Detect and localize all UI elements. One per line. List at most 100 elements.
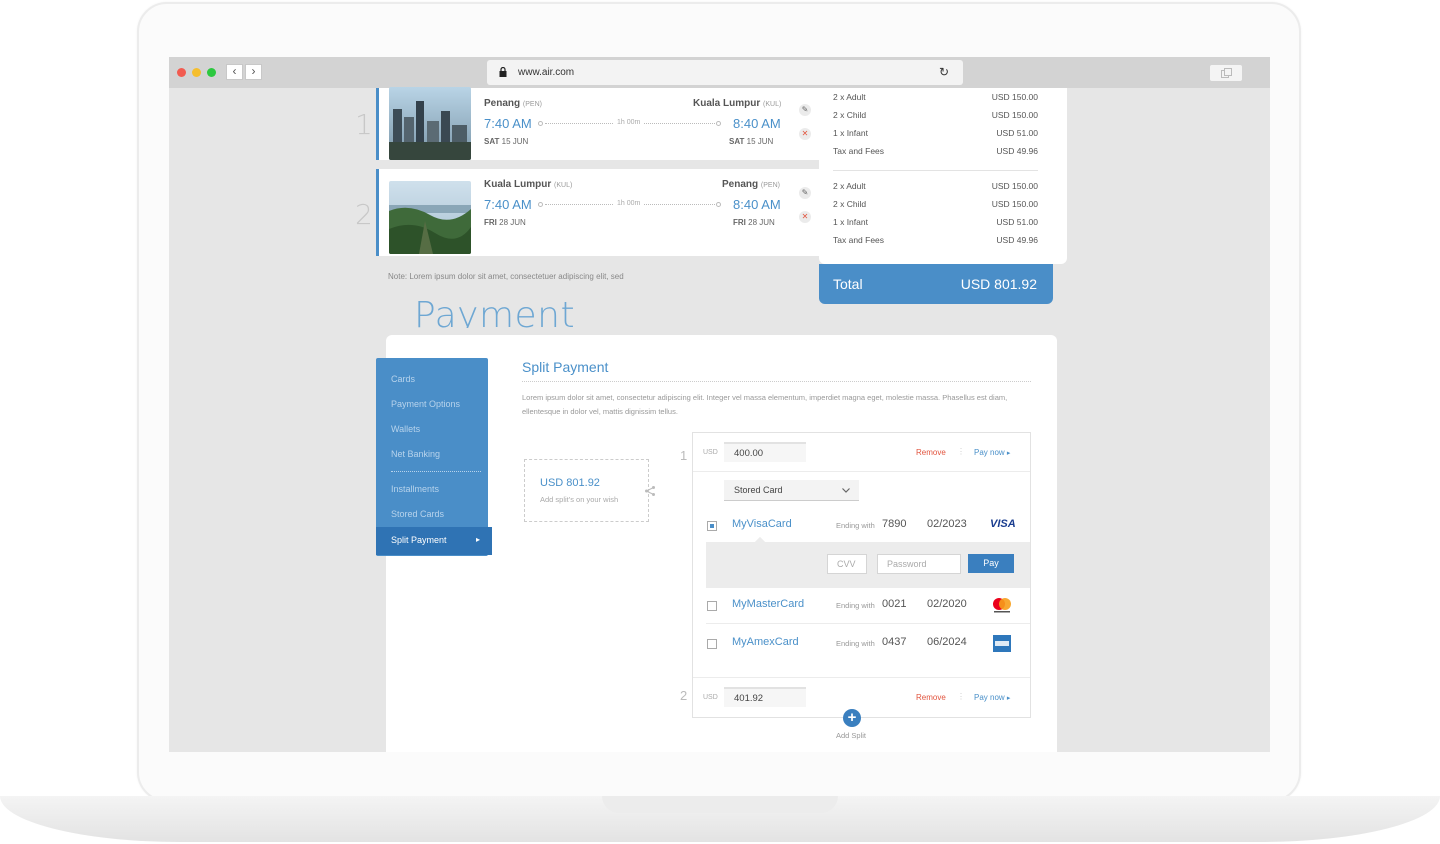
page-content: 1 Penang (PEN) Kuala Lumpur (KUL) 7:40 A… xyxy=(169,87,1270,752)
menu-item-payment-options[interactable]: Payment Options xyxy=(391,399,460,409)
flight-duration: 1h 00m xyxy=(614,119,644,126)
caret-right-icon: ▸ xyxy=(1006,695,1011,702)
departure-day: FRI xyxy=(484,218,497,227)
departure-time: 7:40 AM xyxy=(484,197,532,212)
destination-city: Kuala Lumpur (KUL) xyxy=(693,98,781,109)
route-start-dot xyxy=(538,121,543,126)
split-amount-input[interactable]: 400.00 xyxy=(724,442,806,462)
amex-icon xyxy=(993,635,1011,652)
fare-label: 2 x Child xyxy=(833,110,867,120)
cvv-input[interactable]: CVV xyxy=(827,554,867,574)
fare-row: 2 x Adult USD 150.00 xyxy=(833,92,1038,102)
ending-label: Ending with xyxy=(836,601,875,610)
pencil-icon: ✎ xyxy=(801,105,809,114)
menu-item-wallets[interactable]: Wallets xyxy=(391,424,420,434)
select-value: Stored Card xyxy=(734,485,783,495)
destination-city-name: Kuala Lumpur xyxy=(693,98,761,109)
arrival-date: SAT 15 JUN xyxy=(729,137,773,146)
close-icon: ✕ xyxy=(801,212,809,221)
origin-city-name: Kuala Lumpur xyxy=(484,179,552,190)
stored-card-row[interactable]: MyMasterCard Ending with 0021 02/2020 xyxy=(693,588,1030,624)
flight-duration: 1h 00m xyxy=(614,200,644,207)
remove-split-button[interactable]: Remove xyxy=(916,693,946,702)
divider xyxy=(706,623,1030,624)
card-expiry: 02/2023 xyxy=(927,518,967,530)
card-radio[interactable] xyxy=(707,601,717,611)
fare-value: USD 51.00 xyxy=(996,217,1038,227)
arrival-day: SAT xyxy=(729,137,745,146)
arrival-time: 8:40 AM xyxy=(733,197,781,212)
fare-label: Tax and Fees xyxy=(833,235,885,245)
menu-divider xyxy=(391,471,481,472)
close-window-button[interactable] xyxy=(177,68,186,77)
minimize-window-button[interactable] xyxy=(192,68,201,77)
divider xyxy=(693,677,1030,678)
close-icon: ✕ xyxy=(801,129,809,138)
back-button[interactable]: ‹ xyxy=(226,64,243,80)
card-name: MyMasterCard xyxy=(732,598,805,610)
arrival-time: 8:40 AM xyxy=(733,116,781,131)
stored-card-row[interactable]: MyAmexCard Ending with 0437 06/2024 xyxy=(693,625,1030,661)
edit-flight-button[interactable]: ✎ xyxy=(799,104,811,116)
url-text: www.air.com xyxy=(518,67,575,78)
add-split-button[interactable]: + xyxy=(843,709,861,727)
pay-now-button[interactable]: Pay now ▸ xyxy=(974,448,1010,457)
departure-time: 7:40 AM xyxy=(484,116,532,131)
menu-item-installments[interactable]: Installments xyxy=(391,484,439,494)
route-end-dot xyxy=(716,202,721,207)
title-divider xyxy=(522,381,1031,382)
departure-day: SAT xyxy=(484,137,500,146)
reload-icon[interactable]: ↻ xyxy=(939,65,949,79)
card-expiry: 06/2024 xyxy=(927,636,967,648)
total-box: Total USD 801.92 xyxy=(819,264,1053,304)
arrival-date-value: 28 JUN xyxy=(748,218,775,227)
pay-now-button[interactable]: Pay now ▸ xyxy=(974,693,1010,702)
split-total-amount: USD 801.92 xyxy=(540,477,600,489)
add-split-label: Add Split xyxy=(836,731,867,740)
menu-item-split-payment[interactable]: Split Payment ▸ xyxy=(376,527,492,555)
card-radio-checked[interactable] xyxy=(707,521,717,531)
share-icon[interactable] xyxy=(644,485,656,497)
route-start-dot xyxy=(538,202,543,207)
flight-card[interactable]: Kuala Lumpur (KUL) Penang (PEN) 7:40 AM … xyxy=(376,169,822,256)
edit-flight-button[interactable]: ✎ xyxy=(799,187,811,199)
remove-split-button[interactable]: Remove xyxy=(916,448,946,457)
fare-label: 2 x Adult xyxy=(833,92,866,102)
stored-card-row[interactable]: MyVisaCard Ending with 7890 02/2023 VISA xyxy=(693,508,1030,544)
maximize-window-button[interactable] xyxy=(207,68,216,77)
fare-summary: 2 x Adult USD 150.00 2 x Child USD 150.00 … xyxy=(819,88,1067,264)
split-list: USD 400.00 Remove ⋮ Pay now ▸ Stored Car… xyxy=(692,432,1031,718)
destination-city: Penang (PEN) xyxy=(722,179,780,190)
menu-item-cards[interactable]: Cards xyxy=(391,374,415,384)
fare-label: 2 x Adult xyxy=(833,181,866,191)
fare-row: 2 x Adult USD 150.00 xyxy=(833,181,1038,191)
address-bar[interactable]: www.air.com ↻ xyxy=(487,60,963,85)
action-divider: ⋮ xyxy=(957,447,965,456)
total-split-box: USD 801.92 Add split's on your wish xyxy=(524,459,655,522)
remove-flight-button[interactable]: ✕ xyxy=(799,211,811,223)
menu-item-net-banking[interactable]: Net Banking xyxy=(391,449,440,459)
menu-item-stored-cards[interactable]: Stored Cards xyxy=(391,509,444,519)
currency-label: USD xyxy=(703,449,718,456)
pay-button[interactable]: Pay xyxy=(968,554,1014,573)
fare-value: USD 49.96 xyxy=(996,235,1038,245)
chevron-down-icon xyxy=(842,488,850,493)
flight-card[interactable]: Penang (PEN) Kuala Lumpur (KUL) 7:40 AM … xyxy=(376,87,822,160)
card-type-select[interactable]: Stored Card xyxy=(724,480,859,501)
plus-icon: + xyxy=(847,709,857,726)
city-photo-penang xyxy=(389,181,471,254)
card-radio[interactable] xyxy=(707,639,717,649)
forward-button[interactable]: › xyxy=(245,64,262,80)
split-amount-input[interactable]: 401.92 xyxy=(724,687,806,707)
action-divider: ⋮ xyxy=(957,692,965,701)
remove-flight-button[interactable]: ✕ xyxy=(799,128,811,140)
departure-date: SAT 15 JUN xyxy=(484,137,528,146)
password-input[interactable]: Password xyxy=(877,554,961,574)
tabs-button[interactable] xyxy=(1210,65,1242,81)
city-photo-kuala-lumpur xyxy=(389,87,471,160)
origin-code: (KUL) xyxy=(554,182,573,189)
card-pay-form: CVV Password Pay xyxy=(706,542,1030,588)
origin-city-name: Penang xyxy=(484,98,521,109)
arrival-day: FRI xyxy=(733,218,746,227)
browser-window: ‹ › www.air.com ↻ 1 Penang (PEN) Kuala L… xyxy=(169,57,1270,752)
